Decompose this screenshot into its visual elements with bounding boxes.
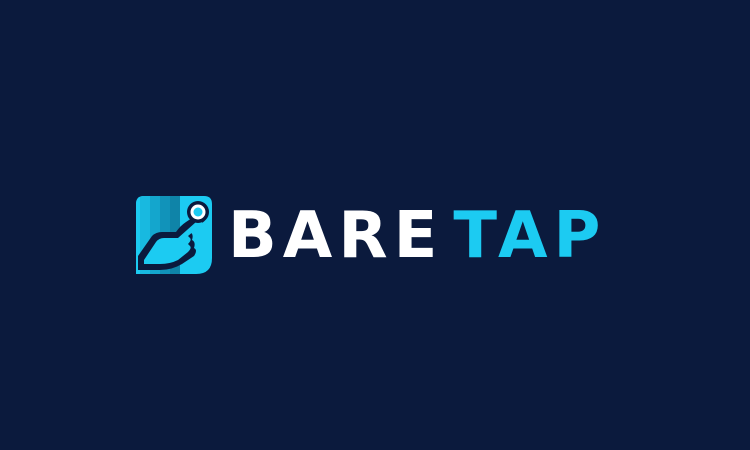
- logo-canvas: BARE TAP: [0, 0, 750, 450]
- brand-wordmark: BARE TAP: [228, 204, 606, 268]
- brand-logo: BARE TAP: [132, 192, 606, 278]
- brand-name-accent: TAP: [453, 199, 607, 273]
- tap-finger-icon: [136, 196, 212, 274]
- brand-name-primary: BARE: [228, 199, 444, 273]
